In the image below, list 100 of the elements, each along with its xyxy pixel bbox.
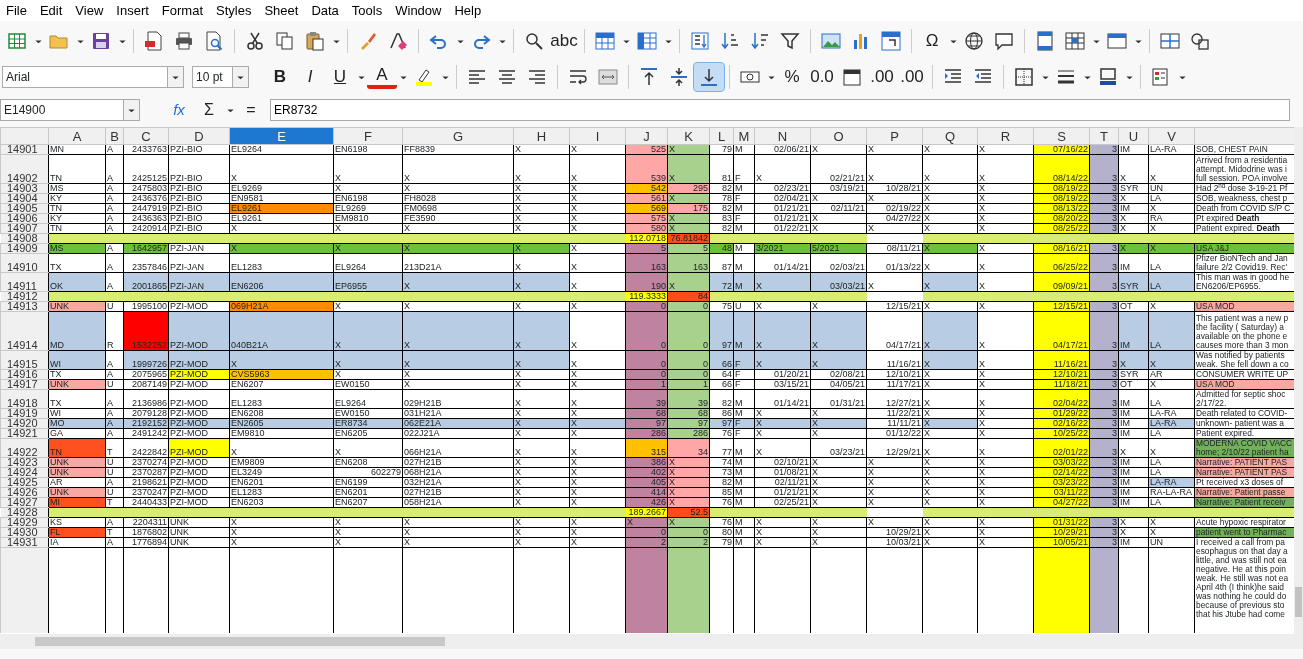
table-cell: X: [569, 154, 626, 184]
font-name-field[interactable]: Arial: [2, 66, 184, 88]
table-cell: 08/19/22: [1033, 193, 1090, 204]
sum-button[interactable]: Σ: [194, 96, 224, 124]
table-cell: F: [733, 428, 755, 439]
underline-button[interactable]: U: [325, 63, 355, 91]
row-header[interactable]: 14917: [0, 379, 49, 390]
menu-item[interactable]: Tools: [345, 0, 390, 21]
row-header[interactable]: 14904: [0, 193, 49, 204]
row-header[interactable]: 14913: [0, 301, 49, 312]
row-header[interactable]: 14921: [0, 428, 49, 439]
column-header[interactable]: E: [229, 127, 334, 145]
table-cell: EN6201: [229, 477, 334, 488]
row-header[interactable]: 14925: [0, 477, 49, 488]
column-header[interactable]: M: [733, 127, 755, 145]
column-header[interactable]: O: [810, 127, 867, 145]
column-header[interactable]: U: [1118, 127, 1149, 145]
column-header[interactable]: S: [1033, 127, 1090, 145]
row-header[interactable]: 14923: [0, 457, 49, 468]
table-cell: A: [105, 213, 124, 224]
row-header[interactable]: 14909: [0, 243, 49, 254]
name-box[interactable]: E14900: [0, 99, 140, 121]
menu-item[interactable]: Window: [389, 0, 449, 21]
table-cell: 68: [667, 408, 710, 419]
menu-item[interactable]: File: [0, 0, 34, 21]
row-header[interactable]: 14914: [0, 311, 49, 351]
font-size-field[interactable]: 10 pt: [192, 66, 249, 88]
table-cell: SYR: [1118, 369, 1149, 380]
column-header[interactable]: N: [754, 127, 811, 145]
row-header[interactable]: 14927: [0, 497, 49, 508]
formula-button[interactable]: =: [236, 96, 266, 124]
menu-item[interactable]: Edit: [33, 0, 70, 21]
row-header[interactable]: 14930: [0, 527, 49, 538]
window-icon: [1107, 31, 1127, 51]
table-cell: 12/15/21: [866, 301, 923, 312]
table-cell: EM9809: [229, 457, 334, 468]
row-header[interactable]: 14905: [0, 203, 49, 214]
row-header[interactable]: 14924: [0, 467, 49, 478]
row-header[interactable]: 14908: [0, 233, 49, 244]
column-header[interactable]: P: [866, 127, 923, 145]
horizontal-scrollbar[interactable]: [0, 634, 1303, 649]
column-header[interactable]: K: [667, 127, 710, 145]
italic-button[interactable]: I: [295, 63, 325, 91]
menu-item[interactable]: Insert: [110, 0, 156, 21]
delete-decimal-button[interactable]: .00: [897, 63, 927, 91]
table-cell: X: [922, 203, 978, 214]
menu-item[interactable]: Sheet: [258, 0, 306, 21]
align-bottom-button[interactable]: [694, 63, 724, 91]
menu-item[interactable]: Format: [155, 0, 210, 21]
function-wizard-button[interactable]: fx: [164, 96, 194, 124]
menu-item[interactable]: Data: [305, 0, 346, 21]
column-header[interactable]: H: [513, 127, 570, 145]
font-color-button[interactable]: A: [367, 65, 397, 89]
row-header[interactable]: 14920: [0, 418, 49, 429]
percent-button[interactable]: %: [777, 63, 807, 91]
table-cell: 01/29/22: [1033, 408, 1090, 419]
number-format-button[interactable]: 0.0: [807, 63, 837, 91]
table-cell: 405: [625, 477, 668, 488]
menu-item[interactable]: Styles: [210, 0, 259, 21]
table-cell: PZI-MOD: [168, 467, 230, 478]
table-cell: 2440433: [123, 497, 169, 508]
column-header[interactable]: F: [333, 127, 403, 145]
column-header[interactable]: G: [402, 127, 514, 145]
table-cell: X: [569, 301, 626, 312]
column-header[interactable]: D: [168, 127, 230, 145]
column-header[interactable]: L: [709, 127, 734, 145]
row-header[interactable]: 14929: [0, 517, 49, 528]
row-header[interactable]: 14919: [0, 408, 49, 419]
table-cell: X: [977, 408, 1034, 419]
formula-input[interactable]: ER8732: [270, 99, 1290, 121]
bold-button[interactable]: B: [265, 63, 295, 91]
row-header[interactable]: 14931: [0, 537, 49, 548]
column-header[interactable]: I: [569, 127, 626, 145]
spelling-button[interactable]: abc: [549, 27, 579, 55]
column-header[interactable]: R: [977, 127, 1034, 145]
vertical-scrollbar[interactable]: [1294, 127, 1303, 634]
table-cell: 2425125: [123, 154, 169, 184]
add-decimal-button[interactable]: .00: [867, 63, 897, 91]
table-cell: EL1283: [229, 389, 334, 409]
menu-item[interactable]: View: [69, 0, 111, 21]
table-cell: GA: [48, 428, 106, 439]
special-character-button[interactable]: Ω: [917, 27, 947, 55]
row-header[interactable]: 14906: [0, 213, 49, 224]
menu-item[interactable]: Help: [448, 0, 489, 21]
row-header[interactable]: 14916: [0, 369, 49, 380]
row-header[interactable]: 14926: [0, 487, 49, 498]
table-cell: 08/25/22: [1033, 223, 1090, 234]
column-header[interactable]: T: [1089, 127, 1119, 145]
row-header[interactable]: 14902: [0, 154, 49, 184]
row-header[interactable]: 14901: [0, 144, 49, 155]
row-header[interactable]: 14928: [0, 507, 49, 518]
highlighter-icon: [414, 67, 434, 87]
row-header[interactable]: 14907: [0, 223, 49, 234]
column-header[interactable]: C: [123, 127, 169, 145]
column-header[interactable]: V: [1148, 127, 1195, 145]
row-header[interactable]: 14912: [0, 291, 49, 302]
column-header[interactable]: Q: [922, 127, 978, 145]
column-header[interactable]: J: [625, 127, 668, 145]
row-header[interactable]: 14903: [0, 183, 49, 194]
column-header[interactable]: A: [48, 127, 106, 145]
